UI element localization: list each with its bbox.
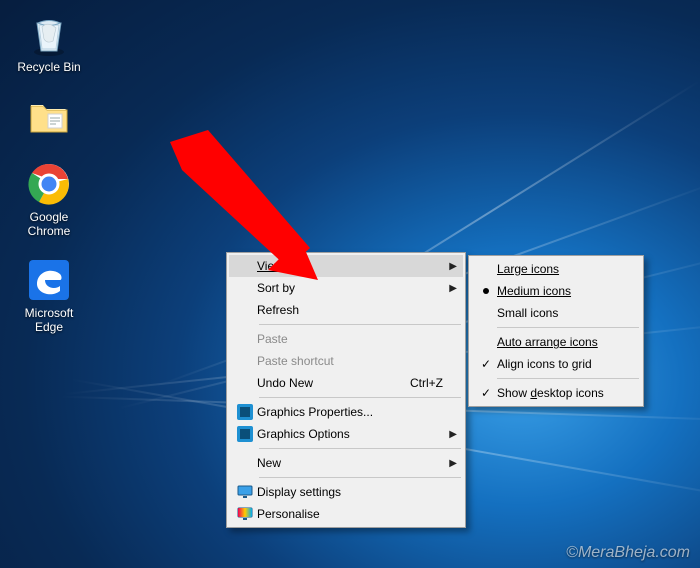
submenu-arrow-icon: ▶ (443, 458, 457, 469)
radio-selected-icon (475, 288, 497, 294)
menu-item-paste: Paste (229, 328, 463, 350)
menu-label: Personalise (257, 507, 443, 521)
desktop-icons-area: Recycle Bin Google Ch (10, 10, 88, 334)
intel-graphics-icon (233, 404, 257, 420)
desktop-icon-label: Google Chrome (10, 210, 88, 238)
menu-label: Show desktop icons (497, 386, 635, 400)
submenu-item-medium-icons[interactable]: Medium icons (471, 280, 641, 302)
submenu-item-show-desktop-icons[interactable]: ✓ Show desktop icons (471, 382, 641, 404)
personalise-icon (233, 507, 257, 521)
folder-icon (25, 92, 73, 140)
menu-label: View (257, 259, 443, 273)
menu-separator (259, 397, 461, 398)
menu-label: Sort by (257, 281, 443, 295)
recycle-bin-icon (25, 10, 73, 58)
menu-label: Paste shortcut (257, 354, 443, 368)
view-submenu: Large icons Medium icons Small icons Aut… (468, 255, 644, 407)
menu-separator (497, 378, 639, 379)
submenu-arrow-icon: ▶ (443, 283, 457, 294)
menu-item-graphics-properties[interactable]: Graphics Properties... (229, 401, 463, 423)
edge-icon (25, 256, 73, 304)
intel-graphics-icon (233, 426, 257, 442)
menu-label: Undo New (257, 376, 402, 390)
menu-label: Paste (257, 332, 443, 346)
menu-item-sort-by[interactable]: Sort by ▶ (229, 277, 463, 299)
desktop-icon-microsoft-edge[interactable]: Microsoft Edge (10, 256, 88, 334)
desktop-icon-recycle-bin[interactable]: Recycle Bin (10, 10, 88, 74)
menu-label: Refresh (257, 303, 443, 317)
menu-label: Display settings (257, 485, 443, 499)
menu-label: Align icons to grid (497, 357, 635, 371)
check-icon: ✓ (475, 386, 497, 400)
submenu-arrow-icon: ▶ (443, 261, 457, 272)
menu-item-view[interactable]: View ▶ (229, 255, 463, 277)
menu-label: Small icons (497, 306, 635, 320)
check-icon: ✓ (475, 357, 497, 371)
menu-item-display-settings[interactable]: Display settings (229, 481, 463, 503)
menu-label: Large icons (497, 262, 635, 276)
watermark-text: ©MeraBheja.com (566, 544, 690, 562)
menu-item-refresh[interactable]: Refresh (229, 299, 463, 321)
submenu-item-align-to-grid[interactable]: ✓ Align icons to grid (471, 353, 641, 375)
menu-label: Auto arrange icons (497, 335, 635, 349)
submenu-item-auto-arrange[interactable]: Auto arrange icons (471, 331, 641, 353)
menu-item-undo[interactable]: Undo New Ctrl+Z (229, 372, 463, 394)
menu-separator (259, 477, 461, 478)
menu-separator (497, 327, 639, 328)
menu-label: New (257, 456, 443, 470)
menu-label: Graphics Properties... (257, 405, 443, 419)
submenu-item-small-icons[interactable]: Small icons (471, 302, 641, 324)
display-settings-icon (233, 485, 257, 499)
menu-label: Medium icons (497, 284, 635, 298)
submenu-arrow-icon: ▶ (443, 429, 457, 440)
desktop-icon-google-chrome[interactable]: Google Chrome (10, 160, 88, 238)
menu-item-paste-shortcut: Paste shortcut (229, 350, 463, 372)
submenu-item-large-icons[interactable]: Large icons (471, 258, 641, 280)
chrome-icon (25, 160, 73, 208)
menu-separator (259, 448, 461, 449)
menu-shortcut: Ctrl+Z (402, 376, 443, 390)
menu-item-graphics-options[interactable]: Graphics Options ▶ (229, 423, 463, 445)
menu-separator (259, 324, 461, 325)
desktop-context-menu: View ▶ Sort by ▶ Refresh Paste Paste sho… (226, 252, 466, 528)
menu-label: Graphics Options (257, 427, 443, 441)
desktop-icon-label: Microsoft Edge (10, 306, 88, 334)
desktop-icon-label: Recycle Bin (17, 60, 80, 74)
desktop-icon-folder[interactable] (10, 92, 88, 142)
menu-item-new[interactable]: New ▶ (229, 452, 463, 474)
menu-item-personalise[interactable]: Personalise (229, 503, 463, 525)
